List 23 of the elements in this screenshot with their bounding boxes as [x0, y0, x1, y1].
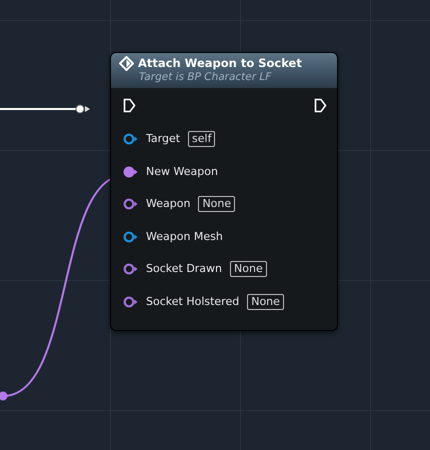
pin-label: Socket Holstered	[146, 294, 240, 310]
data-pin[interactable]	[123, 263, 138, 276]
pin-label: New Weapon	[146, 164, 218, 180]
node-subtitle: Target is BP Character LF	[138, 71, 272, 84]
wire-end-pin[interactable]	[0, 392, 8, 400]
pin-label: Socket Drawn	[146, 261, 222, 277]
data-pin[interactable]	[123, 198, 138, 210]
pin-label: Target	[146, 131, 180, 147]
default-value-field[interactable]: None	[198, 196, 236, 212]
default-value-field[interactable]: None	[230, 261, 267, 278]
data-pin[interactable]	[123, 230, 138, 243]
exec-input-pin[interactable]	[123, 98, 136, 113]
node-title: Attach Weapon to Socket	[138, 56, 302, 71]
data-pin[interactable]	[123, 296, 138, 308]
pin-label: Weapon	[146, 196, 190, 212]
data-pin[interactable]	[123, 133, 138, 146]
pin-label: Weapon Mesh	[146, 228, 223, 244]
data-pin[interactable]	[123, 166, 138, 178]
default-value-field[interactable]: None	[247, 294, 284, 310]
function-icon	[119, 56, 134, 71]
default-value-field[interactable]: self	[188, 131, 216, 148]
function-node[interactable]: Attach Weapon to Socket Target is BP Character LF Target self New Weapon Weapon None Weapon Mesh Socket Drawn None Socket Holstered None	[110, 52, 338, 331]
exec-output-pin[interactable]	[314, 98, 327, 113]
